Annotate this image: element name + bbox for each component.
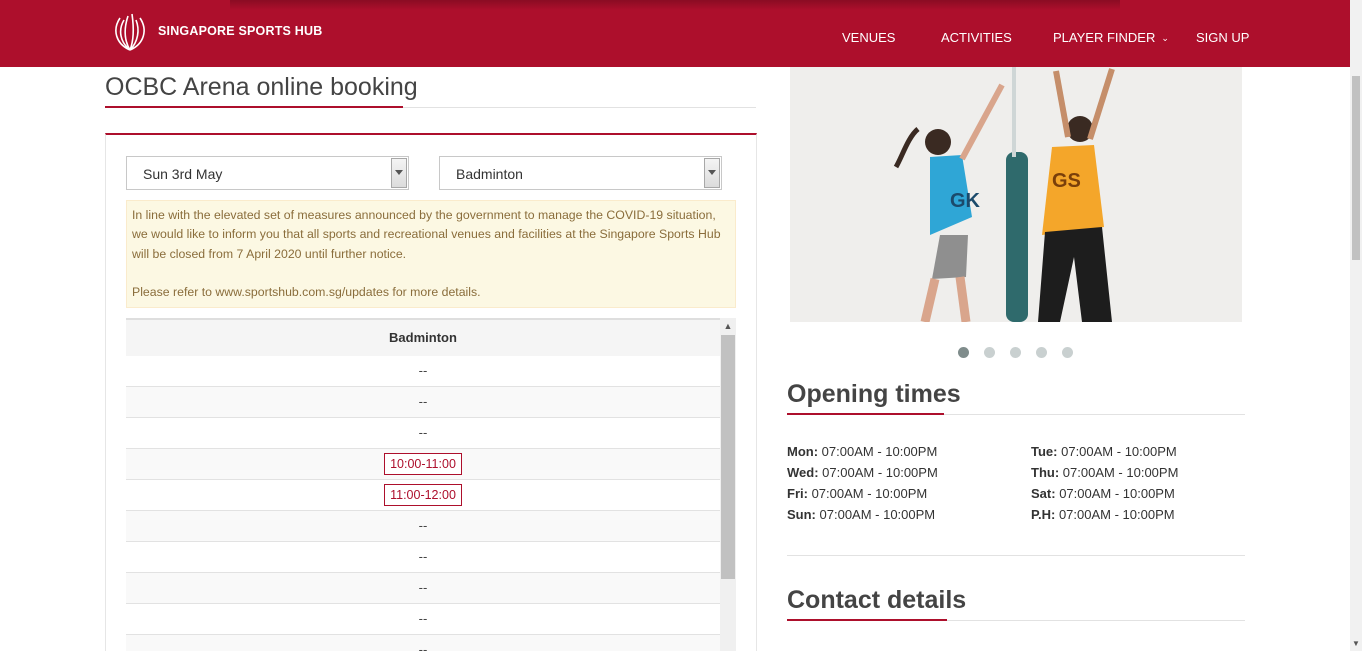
opening-times-title: Opening times — [787, 380, 961, 408]
table-row: -- — [126, 511, 720, 542]
section-divider — [787, 555, 1245, 556]
table-row: -- — [126, 356, 720, 387]
sports-hub-logo-icon — [115, 13, 145, 51]
hours-row: Wed: 07:00AM - 10:00PM — [787, 462, 938, 483]
table-row: -- — [126, 387, 720, 418]
nav-player-finder-label: PLAYER FINDER — [1053, 30, 1156, 45]
hours-row: Thu: 07:00AM - 10:00PM — [1031, 462, 1178, 483]
slot-empty: -- — [418, 611, 428, 626]
opening-times-underline — [787, 413, 944, 415]
netball-photo: GK GS — [790, 67, 1242, 322]
slot-empty: -- — [418, 394, 428, 409]
slot-empty: -- — [418, 425, 428, 440]
chevron-down-icon[interactable]: ▼ — [1350, 637, 1362, 651]
table-row: -- — [126, 573, 720, 604]
hours-day: Tue: — [1031, 444, 1058, 459]
table-row: -- — [126, 418, 720, 449]
nav-venues[interactable]: VENUES — [842, 30, 895, 45]
hours-value: 07:00AM - 10:00PM — [1062, 465, 1179, 480]
table-header: Badminton — [126, 318, 720, 356]
slot-button[interactable]: 10:00-11:00 — [384, 453, 462, 475]
contact-details-underline — [787, 619, 947, 621]
hours-value: 07:00AM - 10:00PM — [811, 486, 928, 501]
covid-notice: In line with the elevated set of measure… — [126, 200, 736, 308]
hours-value: 07:00AM - 10:00PM — [1058, 507, 1175, 522]
hours-row: Tue: 07:00AM - 10:00PM — [1031, 441, 1178, 462]
hours-value: 07:00AM - 10:00PM — [819, 507, 936, 522]
slot-empty: -- — [418, 642, 428, 651]
hours-day: P.H: — [1031, 507, 1056, 522]
carousel-dot-1[interactable] — [958, 347, 969, 358]
hours-day: Mon: — [787, 444, 819, 459]
slot-empty: -- — [418, 549, 428, 564]
title-underline — [105, 106, 403, 108]
hours-value: 07:00AM - 10:00PM — [822, 465, 938, 480]
carousel-image: GK GS — [790, 67, 1242, 322]
page-scroll-thumb[interactable] — [1352, 76, 1360, 260]
page-scrollbar[interactable]: ▼ — [1350, 0, 1362, 651]
app-root: SINGAPORE SPORTS HUB VENUES ACTIVITIES P… — [0, 0, 1362, 651]
opening-times-rule — [944, 414, 1245, 415]
table-scrollbar[interactable]: ▲ — [720, 318, 736, 651]
date-select[interactable]: Sun 3rd May — [126, 156, 409, 190]
date-select-value: Sun 3rd May — [143, 166, 223, 182]
hours-row: P.H: 07:00AM - 10:00PM — [1031, 504, 1178, 525]
table-row: -- — [126, 604, 720, 635]
sport-select-value: Badminton — [456, 166, 523, 182]
carousel-dot-3[interactable] — [1010, 347, 1021, 358]
brand-logo[interactable]: SINGAPORE SPORTS HUB — [108, 10, 322, 52]
carousel-dot-2[interactable] — [984, 347, 995, 358]
hours-value: 07:00AM - 10:00PM — [821, 444, 938, 459]
nav-sign-up[interactable]: SIGN UP — [1196, 30, 1249, 45]
opening-hours-left: Mon: 07:00AM - 10:00PM Wed: 07:00AM - 10… — [787, 441, 938, 525]
top-navbar: SINGAPORE SPORTS HUB VENUES ACTIVITIES P… — [0, 0, 1350, 67]
table-row: -- — [126, 542, 720, 573]
slot-empty: -- — [418, 580, 428, 595]
hours-day: Sun: — [787, 507, 816, 522]
hours-value: 07:00AM - 10:00PM — [1061, 444, 1177, 459]
chevron-down-icon[interactable] — [704, 158, 720, 188]
hours-day: Sat: — [1031, 486, 1056, 501]
sport-select[interactable]: Badminton — [439, 156, 722, 190]
carousel-dot-5[interactable] — [1062, 347, 1073, 358]
table-scroll-thumb[interactable] — [721, 335, 735, 579]
contact-details-rule — [947, 620, 1245, 621]
carousel-dot-4[interactable] — [1036, 347, 1047, 358]
table-row: -- — [126, 635, 720, 651]
chevron-down-icon: ⌄ — [1161, 33, 1169, 43]
notice-text: In line with the elevated set of measure… — [132, 208, 721, 261]
navbar-shadow — [230, 0, 1120, 10]
slot-button[interactable]: 11:00-12:00 — [384, 484, 462, 506]
opening-hours-right: Tue: 07:00AM - 10:00PM Thu: 07:00AM - 10… — [1031, 441, 1178, 525]
table-row: 11:00-12:00 — [126, 480, 720, 511]
hours-day: Thu: — [1031, 465, 1060, 480]
svg-text:GK: GK — [950, 190, 981, 212]
nav-player-finder[interactable]: PLAYER FINDER ⌄ — [1053, 30, 1169, 45]
chevron-down-icon[interactable] — [391, 158, 407, 188]
hours-day: Wed: — [787, 465, 819, 480]
notice-link-text: Please refer to www.sportshub.com.sg/upd… — [132, 285, 481, 300]
page-title: OCBC Arena online booking — [105, 73, 418, 101]
title-rule — [403, 107, 756, 108]
slot-empty: -- — [418, 518, 428, 533]
hours-row: Sat: 07:00AM - 10:00PM — [1031, 483, 1178, 504]
table-row: 10:00-11:00 — [126, 449, 720, 480]
hours-row: Mon: 07:00AM - 10:00PM — [787, 441, 938, 462]
hours-value: 07:00AM - 10:00PM — [1059, 486, 1175, 501]
hours-day: Fri: — [787, 486, 808, 501]
chevron-up-icon[interactable]: ▲ — [720, 318, 736, 334]
carousel-dots — [958, 347, 1088, 358]
contact-details-title: Contact details — [787, 586, 967, 614]
nav-activities[interactable]: ACTIVITIES — [941, 30, 1012, 45]
brand-name: SINGAPORE SPORTS HUB — [158, 24, 323, 38]
hours-row: Fri: 07:00AM - 10:00PM — [787, 483, 938, 504]
timeslot-table: Badminton -- -- -- 10:00-11:00 11:00-12:… — [126, 318, 736, 651]
slot-empty: -- — [418, 363, 428, 378]
hours-row: Sun: 07:00AM - 10:00PM — [787, 504, 938, 525]
svg-text:GS: GS — [1052, 170, 1081, 192]
